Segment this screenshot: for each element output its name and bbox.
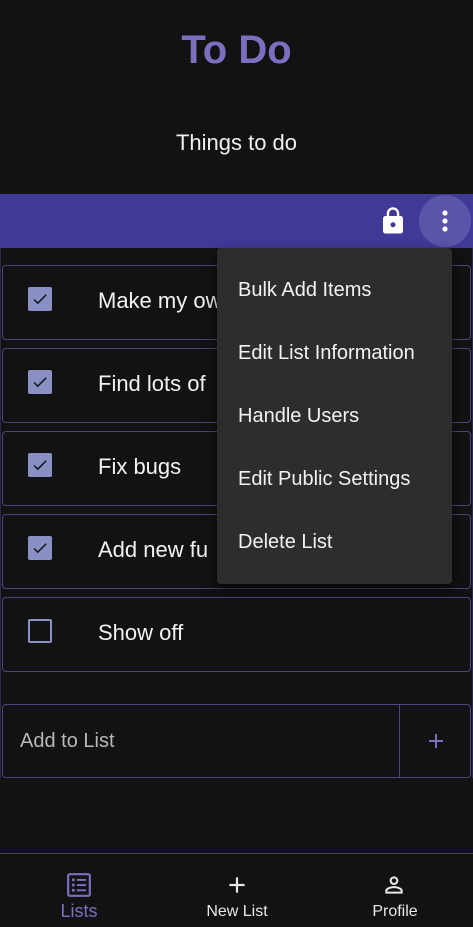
check-icon: [33, 543, 47, 554]
nav-item-lists[interactable]: Lists: [0, 854, 158, 927]
menu-item-edit-info[interactable]: Edit List Information: [217, 330, 452, 393]
check-icon: [33, 460, 47, 471]
menu-item-bulk-add[interactable]: Bulk Add Items: [217, 267, 452, 330]
add-item-button[interactable]: [400, 705, 471, 777]
bottom-navigation: Lists New List Profile: [0, 853, 473, 927]
check-icon: [33, 377, 47, 388]
nav-label: Lists: [60, 901, 98, 921]
item-text: Add new fu: [98, 537, 209, 562]
item-checkbox[interactable]: [28, 453, 52, 477]
add-item-input[interactable]: [3, 705, 399, 777]
item-checkbox[interactable]: [28, 619, 52, 643]
add-item-row: [2, 704, 471, 778]
menu-item-delete-list[interactable]: Delete List: [217, 519, 452, 582]
list-icon: [67, 873, 91, 897]
item-text: Make my own: [98, 288, 234, 313]
plus-icon: [429, 734, 443, 748]
item-checkbox[interactable]: [28, 536, 52, 560]
lock-button[interactable]: [378, 206, 408, 236]
plus-icon: [229, 877, 245, 893]
nav-label: Profile: [372, 903, 418, 920]
screen: To Do Things to do Make my own Find lots…: [0, 0, 473, 927]
nav-item-new-list[interactable]: New List: [158, 854, 316, 927]
item-text: Show off: [98, 620, 184, 645]
list-options-menu: Bulk Add Items Edit List Information Han…: [217, 248, 452, 584]
nav-label: New List: [206, 903, 268, 920]
nav-item-profile[interactable]: Profile: [316, 854, 473, 927]
more-vertical-icon: [442, 210, 448, 232]
check-icon: [33, 294, 47, 305]
lock-icon: [383, 207, 403, 234]
list-name: Things to do: [175, 130, 298, 155]
app-title: To Do: [181, 28, 292, 72]
item-text: Fix bugs: [98, 454, 182, 479]
item-checkbox[interactable]: [28, 287, 52, 311]
more-options-button[interactable]: [419, 195, 471, 247]
menu-item-public-settings[interactable]: Edit Public Settings: [217, 456, 452, 519]
list-toolbar: [0, 194, 473, 248]
list-item[interactable]: Show off: [2, 597, 471, 672]
item-text: Find lots of: [98, 371, 206, 396]
item-checkbox[interactable]: [28, 370, 52, 394]
menu-item-handle-users[interactable]: Handle Users: [217, 393, 452, 456]
person-icon: [385, 876, 403, 894]
